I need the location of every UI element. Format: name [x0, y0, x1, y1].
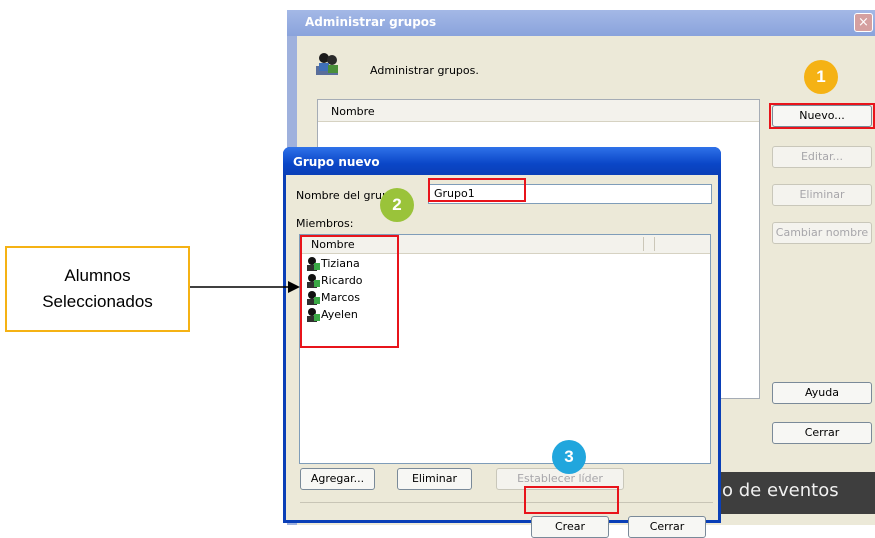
background-events-text: o de eventos	[712, 472, 875, 514]
step-badge-2: 2	[380, 188, 414, 222]
rename-group-button[interactable]: Cambiar nombre	[772, 222, 872, 244]
help-button[interactable]: Ayuda	[772, 382, 872, 404]
arrow-right-icon	[190, 281, 300, 293]
column-separator	[654, 237, 655, 251]
admin-header-text: Administrar grupos.	[370, 64, 479, 77]
highlight-create-button	[524, 486, 619, 514]
highlight-members	[300, 235, 399, 348]
add-member-button[interactable]: Agregar...	[300, 468, 375, 490]
members-label: Miembros:	[296, 217, 354, 230]
new-group-dialog-title: Grupo nuevo	[283, 147, 721, 175]
selected-students-callout: Alumnos Seleccionados	[5, 246, 190, 332]
group-name-label: Nombre del grup	[296, 189, 389, 202]
close-icon[interactable]: ×	[854, 13, 873, 32]
delete-group-button[interactable]: Eliminar	[772, 184, 872, 206]
create-group-button[interactable]: Crear	[531, 516, 609, 538]
group-users-icon	[316, 53, 338, 75]
remove-member-button[interactable]: Eliminar	[397, 468, 472, 490]
edit-group-button[interactable]: Editar...	[772, 146, 872, 168]
callout-line-1: Alumnos	[64, 266, 131, 285]
highlight-group-name	[428, 178, 526, 202]
dialog-divider	[300, 502, 713, 503]
step-badge-3: 3	[552, 440, 586, 474]
column-separator	[643, 237, 644, 251]
highlight-new-button	[769, 103, 875, 129]
close-dialog-button[interactable]: Cerrar	[628, 516, 706, 538]
step-badge-1: 1	[804, 60, 838, 94]
admin-window-title: Administrar grupos	[287, 10, 875, 36]
close-admin-button[interactable]: Cerrar	[772, 422, 872, 444]
groups-list-header[interactable]: Nombre	[318, 100, 759, 122]
callout-line-2: Seleccionados	[42, 292, 153, 311]
